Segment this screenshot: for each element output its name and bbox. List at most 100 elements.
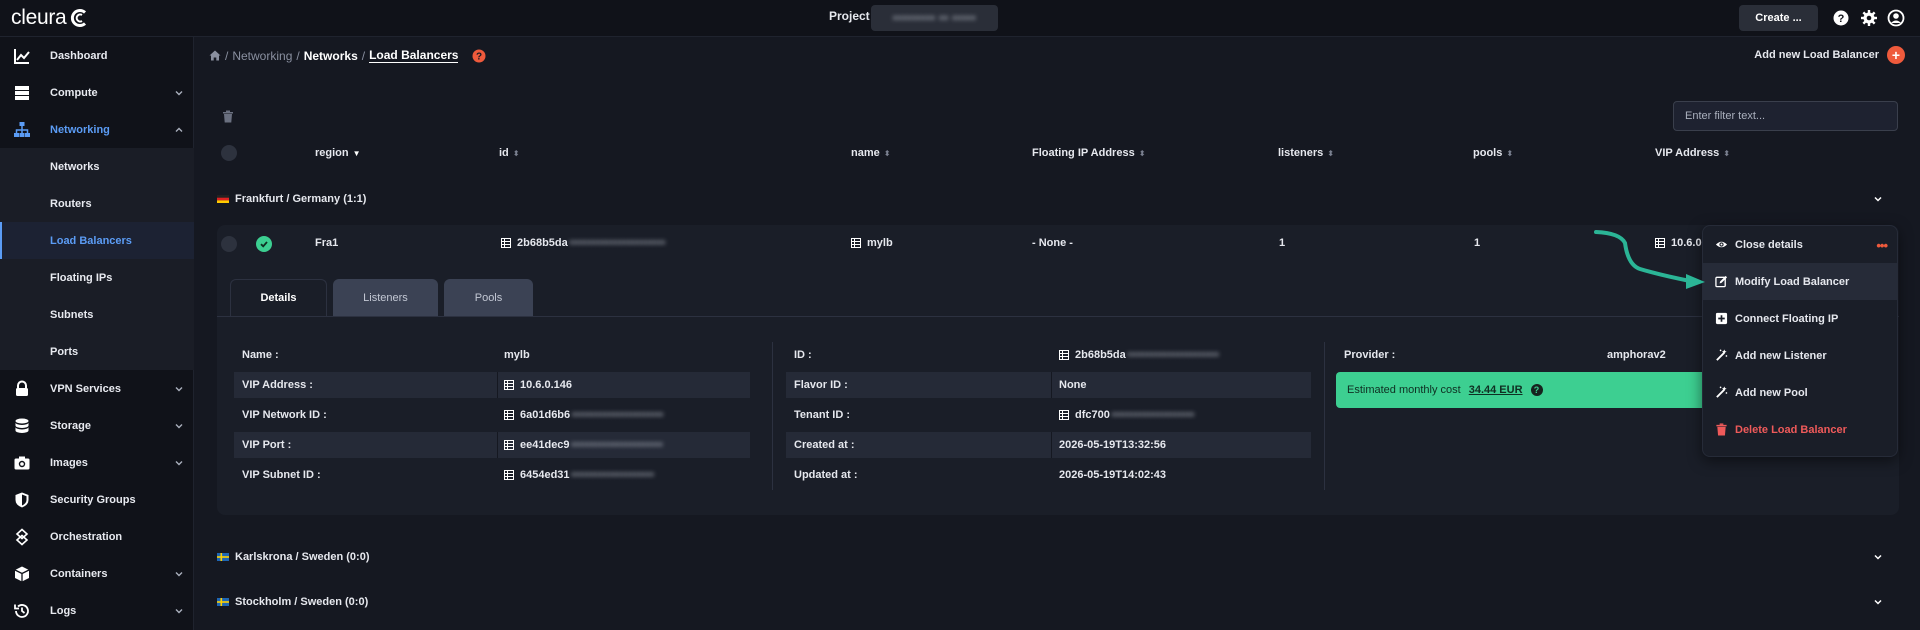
column-header-name[interactable]: name ⬍ — [851, 147, 890, 159]
detail-row: ID : 2b68b5da ••••••••••••••••••••• — [786, 342, 1311, 368]
column-header-floating-ip[interactable]: Floating IP Address ⬍ — [1032, 147, 1145, 159]
column-header-region[interactable]: region ▼ — [315, 147, 361, 159]
menu-item-label: Modify Load Balancer — [1735, 275, 1850, 288]
trash-icon[interactable] — [222, 110, 234, 123]
help-icon[interactable]: ? — [472, 49, 486, 63]
active-indicator — [0, 222, 2, 259]
status-active-icon — [256, 236, 272, 252]
chevron-down-icon — [175, 90, 183, 95]
detail-value-text: 2b68b5da — [1075, 349, 1126, 361]
detail-label: ID : — [794, 349, 812, 361]
detail-value-text: mylb — [504, 349, 530, 361]
sidebar-item-routers[interactable]: Routers — [0, 185, 194, 222]
detail-value: dfc700 ••••••••••••••••••• — [1059, 409, 1195, 421]
menu-item-close-details[interactable]: Close details — [1703, 226, 1897, 263]
sidebar-item-networking[interactable]: Networking — [0, 111, 194, 148]
sidebar-item-vpn-services[interactable]: VPN Services — [0, 370, 194, 407]
sidebar-item-compute[interactable]: Compute — [0, 74, 194, 111]
cell-listeners-value: 1 — [1279, 237, 1286, 249]
sidebar-item-label: Load Balancers — [50, 234, 132, 247]
detail-value-redacted: ••••••••••••••••••••• — [571, 439, 663, 451]
help-icon[interactable]: ? — [1530, 384, 1543, 396]
table-icon[interactable] — [1059, 410, 1069, 420]
select-all-radio[interactable] — [221, 145, 237, 161]
project-selector[interactable]: ••••••••• •• ••••• — [871, 5, 998, 31]
column-header-id[interactable]: id ⬍ — [499, 147, 519, 159]
sidebar-item-images[interactable]: Images — [0, 444, 194, 481]
brand-logo[interactable]: cleura — [11, 5, 90, 31]
table-row[interactable]: Fra1 2b68b5da •••••••••••••••••••••• myl… — [217, 225, 1899, 262]
cost-value[interactable]: 34.44 EUR — [1469, 384, 1523, 396]
sidebar-item-containers[interactable]: Containers — [0, 555, 194, 592]
detail-value: amphorav2 — [1607, 349, 1666, 361]
chevron-up-icon — [175, 127, 183, 132]
sidebar-item-ports[interactable]: Ports — [0, 333, 194, 370]
detail-row: VIP Subnet ID : 6454ed31 ••••••••••••••••… — [234, 462, 750, 488]
table-icon[interactable] — [504, 410, 514, 420]
sidebar-item-label: Subnets — [50, 308, 94, 321]
svg-text:?: ? — [1838, 13, 1845, 25]
user-icon[interactable] — [1887, 9, 1905, 27]
detail-value: 2026-05-19T14:02:43 — [1059, 469, 1166, 481]
home-icon[interactable] — [209, 50, 221, 61]
menu-item-connect-floating-ip[interactable]: Connect Floating IP — [1703, 300, 1897, 337]
region-group-stockholm[interactable]: Stockholm / Sweden (0:0) — [217, 587, 1899, 617]
chevron-down-icon — [1874, 196, 1882, 202]
menu-item-add-listener[interactable]: Add new Listener — [1703, 337, 1897, 374]
gear-icon[interactable] — [1860, 9, 1878, 27]
sidebar-item-orchestration[interactable]: Orchestration — [0, 518, 194, 555]
sidebar-item-networks[interactable]: Networks — [0, 148, 194, 185]
menu-item-delete[interactable]: Delete Load Balancer — [1703, 411, 1897, 448]
sweden-flag-icon — [217, 553, 229, 561]
breadcrumb-networking[interactable]: Networking — [232, 49, 292, 63]
box-icon — [14, 566, 30, 581]
menu-item-modify[interactable]: Modify Load Balancer — [1703, 263, 1897, 300]
detail-value-text: dfc700 — [1075, 409, 1110, 421]
column-header-listeners[interactable]: listeners ⬍ — [1278, 147, 1334, 159]
more-options-icon[interactable]: ••• — [1876, 238, 1888, 253]
menu-item-add-pool[interactable]: Add new Pool — [1703, 374, 1897, 411]
sidebar-item-security-groups[interactable]: Security Groups — [0, 481, 194, 518]
region-group-frankfurt[interactable]: Frankfurt / Germany (1:1) — [217, 184, 1899, 214]
table-icon[interactable] — [1655, 238, 1665, 248]
detail-label: VIP Network ID : — [242, 409, 327, 421]
detail-label: Name : — [242, 349, 279, 361]
region-group-karlskrona[interactable]: Karlskrona / Sweden (0:0) — [217, 542, 1899, 572]
create-button[interactable]: Create ... — [1739, 5, 1818, 31]
tab-details[interactable]: Details — [230, 279, 327, 316]
table-icon[interactable] — [851, 238, 861, 248]
sidebar-item-label: Dashboard — [50, 49, 108, 62]
sidebar-item-dashboard[interactable]: Dashboard — [0, 37, 194, 74]
sidebar-item-floating-ips[interactable]: Floating IPs — [0, 259, 194, 296]
cell-id: 2b68b5da •••••••••••••••••••••• — [501, 237, 665, 249]
table-icon[interactable] — [504, 440, 514, 450]
sidebar-item-subnets[interactable]: Subnets — [0, 296, 194, 333]
breadcrumb-networks[interactable]: Networks — [304, 49, 358, 63]
add-load-balancer-button[interactable]: Add new Load Balancer + — [1754, 46, 1905, 64]
tab-listeners[interactable]: Listeners — [333, 279, 438, 316]
detail-label: Provider : — [1344, 349, 1396, 361]
magic-wand-icon — [1716, 386, 1728, 398]
sidebar-item-label: Networks — [50, 160, 100, 173]
tab-pools[interactable]: Pools — [444, 279, 533, 316]
table-icon[interactable] — [1059, 350, 1069, 360]
help-icon[interactable]: ? — [1832, 9, 1850, 27]
sidebar-item-label: Ports — [50, 345, 79, 358]
sidebar-item-storage[interactable]: Storage — [0, 407, 194, 444]
column-header-pools[interactable]: pools ⬍ — [1473, 147, 1513, 159]
table-icon[interactable] — [501, 238, 511, 248]
eye-icon — [1715, 241, 1728, 248]
actions-menu: Close details ••• Modify Load Balancer C… — [1702, 225, 1898, 457]
detail-value: 6a01d6b6 ••••••••••••••••••••• — [504, 409, 664, 421]
table-icon[interactable] — [504, 380, 514, 390]
column-header-vip-address[interactable]: VIP Address ⬍ — [1655, 147, 1730, 159]
brand-name: cleura — [11, 6, 67, 29]
sidebar-item-load-balancers[interactable]: Load Balancers — [0, 222, 194, 259]
table-icon[interactable] — [504, 470, 514, 480]
sidebar-item-logs[interactable]: Logs — [0, 592, 194, 629]
detail-value-redacted: ••••••••••••••••••••• — [1127, 349, 1220, 361]
filter-input[interactable] — [1673, 101, 1898, 131]
row-select-radio[interactable] — [221, 236, 237, 252]
cell-name-value: mylb — [867, 237, 893, 249]
cell-vip: 10.6.0. — [1655, 237, 1705, 249]
